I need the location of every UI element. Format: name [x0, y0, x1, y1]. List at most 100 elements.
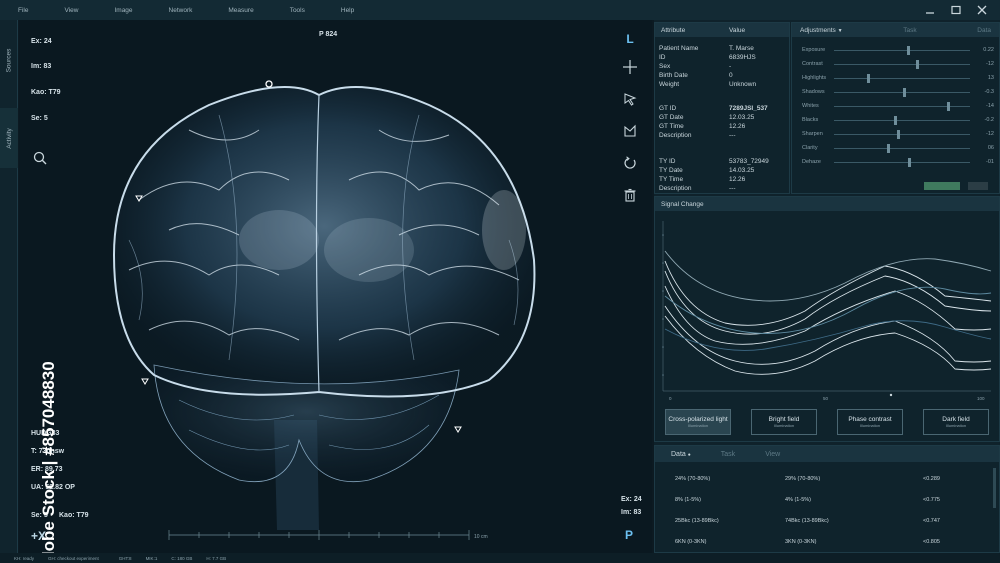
slider-knob[interactable] — [896, 129, 900, 139]
scale-label: 10 cm — [474, 534, 488, 540]
attribute-key: TY Date — [659, 167, 683, 174]
tab-adjustments[interactable]: Adjustments ▼ — [800, 27, 843, 34]
search-icon[interactable] — [29, 147, 51, 169]
attribute-value: Unknown — [729, 81, 757, 88]
x-tick-100: 100 — [977, 396, 985, 401]
slider-track[interactable] — [834, 59, 970, 69]
apply-button[interactable] — [924, 182, 960, 190]
sidetab-activity[interactable]: Activity — [0, 108, 18, 168]
status-ght: GHT:8 — [118, 555, 132, 561]
tab-data-main[interactable]: Data ● — [655, 451, 705, 458]
cell-value: <0.805 — [923, 539, 940, 545]
crosshair-icon[interactable] — [619, 56, 641, 78]
attribute-value: 7289JSI_537 — [729, 105, 768, 112]
attribute-key: GT Date — [659, 114, 684, 121]
menu-measure[interactable]: Measure — [210, 7, 271, 14]
slider-contrast[interactable]: Contrast -12 — [802, 59, 998, 69]
menu-view[interactable]: View — [46, 7, 96, 14]
attribute-row: TY Date 14.03.25 — [659, 167, 789, 176]
slider-track[interactable] — [834, 157, 970, 167]
slider-exposure[interactable]: Exposure 0.22 — [802, 45, 998, 55]
menu-help[interactable]: Help — [323, 7, 372, 14]
illum-dark-field-button[interactable]: Dark field Illumination — [923, 409, 989, 435]
status-ready: KH: ready — [14, 555, 35, 561]
status-bar: KH: ready GH: checkout experiment GHT:8 … — [0, 553, 1000, 563]
slider-value: -12 — [986, 131, 994, 137]
tab-view[interactable]: View — [749, 451, 794, 458]
brain-scan-image — [112, 80, 536, 540]
attribute-row: Description --- — [659, 132, 789, 141]
tab-task-data[interactable]: Task — [705, 451, 749, 458]
slider-sharpen[interactable]: Sharpen -12 — [802, 129, 998, 139]
slider-blacks[interactable]: Blacks -0.2 — [802, 115, 998, 125]
slider-track[interactable] — [834, 45, 970, 55]
slider-value: -01 — [986, 159, 994, 165]
slider-knob[interactable] — [893, 115, 897, 125]
side-tabs: Sources Activity — [0, 20, 18, 553]
slider-knob[interactable] — [907, 45, 911, 55]
x-tick-50: 50 — [823, 396, 829, 401]
reset-button[interactable] — [968, 182, 988, 190]
illum-cross-polarized-button[interactable]: Cross-polarized light Illumination — [665, 409, 731, 435]
viewer-info-kao-bottom: Kao: T79 — [59, 512, 89, 519]
menu-file[interactable]: File — [0, 7, 46, 14]
slider-track[interactable] — [834, 143, 970, 153]
slider-label: Clarity — [802, 145, 818, 151]
status-mik: MIK:1 — [145, 555, 158, 561]
slider-knob[interactable] — [867, 73, 871, 83]
pointer-icon[interactable] — [619, 88, 641, 110]
status-experiment: GH: checkout experiment — [48, 555, 99, 561]
dot-icon: ● — [687, 451, 691, 458]
attribute-key: Sex — [659, 63, 671, 70]
adjustments-panel: Adjustments ▼ Task Data Exposure 0.22 Cont… — [791, 22, 1000, 194]
tab-task[interactable]: Task — [903, 27, 916, 34]
data-panel: Data ● Task View 24% (70-80%) 29% (70-80%… — [654, 445, 1000, 553]
slider-highlights[interactable]: Highlights 13 — [802, 73, 998, 83]
viewer-top-label: P 824 — [319, 31, 338, 38]
cell-value: 25Bkc (13-89Bkc) — [675, 518, 719, 524]
slider-knob[interactable] — [903, 87, 907, 97]
attribute-row: TY ID 53783_72949 — [659, 158, 789, 167]
attributes-header: Attribute Value — [655, 23, 789, 37]
close-icon[interactable] — [976, 4, 988, 15]
slider-shadows[interactable]: Shadows -0.3 — [802, 87, 998, 97]
lasso-icon[interactable] — [619, 120, 641, 142]
minimize-icon[interactable] — [924, 4, 936, 15]
slider-value: -0.2 — [984, 117, 994, 123]
slider-dehaze[interactable]: Dehaze -01 — [802, 157, 998, 167]
attribute-key: GT Time — [659, 123, 684, 130]
attribute-key: Birth Date — [659, 72, 688, 79]
rotate-icon[interactable] — [619, 152, 641, 174]
slider-clarity[interactable]: Clarity 06 — [802, 143, 998, 153]
tab-data[interactable]: Data — [977, 27, 991, 34]
menu-network[interactable]: Network — [151, 7, 211, 14]
sidetab-sources[interactable]: Sources — [0, 30, 18, 90]
data-tabs: Data ● Task View — [655, 446, 999, 462]
slider-knob[interactable] — [908, 157, 912, 167]
trash-icon[interactable] — [619, 184, 641, 206]
image-viewer[interactable]: P 824 Ex: 24 Im: 83 Kao: T79 Se: 5 HUDG8… — [19, 20, 652, 553]
illum-phase-contrast-button[interactable]: Phase contrast Illumination — [837, 409, 903, 435]
slider-track[interactable] — [834, 129, 970, 139]
slider-track[interactable] — [834, 87, 970, 97]
data-scrollbar[interactable] — [993, 468, 996, 508]
slider-knob[interactable] — [916, 59, 920, 69]
slider-value: -12 — [986, 61, 994, 67]
slider-label: Sharpen — [802, 131, 823, 137]
slider-track[interactable] — [834, 73, 970, 83]
slider-knob[interactable] — [947, 101, 951, 111]
maximize-icon[interactable] — [950, 4, 962, 15]
slider-value: 06 — [987, 145, 994, 151]
menu-tools[interactable]: Tools — [272, 7, 323, 14]
slider-whites[interactable]: Whites -14 — [802, 101, 998, 111]
chevron-down-icon[interactable]: ▼ — [838, 28, 843, 34]
attribute-value: T. Marse — [729, 45, 754, 52]
slider-track[interactable] — [834, 101, 970, 111]
slider-track[interactable] — [834, 115, 970, 125]
illum-bright-field-button[interactable]: Bright field Illumination — [751, 409, 817, 435]
cell-value: 8% (1-5%) — [675, 497, 701, 503]
attributes-panel: Attribute Value Patient Name T. Marse ID 68… — [654, 22, 790, 194]
signal-chart — [662, 221, 992, 397]
menu-image[interactable]: Image — [96, 7, 150, 14]
slider-knob[interactable] — [887, 143, 891, 153]
